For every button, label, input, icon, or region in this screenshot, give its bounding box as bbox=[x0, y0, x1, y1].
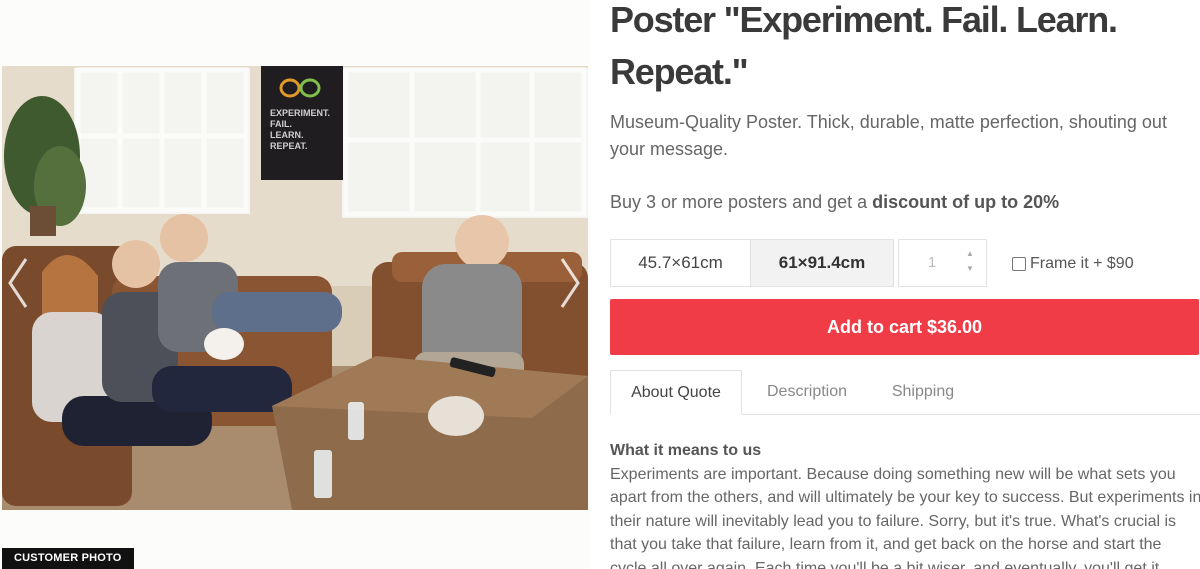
frame-label: Frame it + $90 bbox=[1030, 255, 1134, 272]
about-body: Experiments are important. Because doing… bbox=[610, 465, 1200, 569]
quantity-stepper[interactable]: 1 ▲ ▼ bbox=[898, 239, 987, 287]
poster-line-4: REPEAT. bbox=[270, 141, 307, 151]
chevron-left-icon bbox=[8, 258, 28, 308]
gallery-prev-button[interactable] bbox=[6, 255, 30, 311]
chevron-right-icon bbox=[560, 258, 580, 308]
tab-shipping[interactable]: Shipping bbox=[878, 370, 968, 415]
promo-discount: discount of up to 20% bbox=[872, 192, 1060, 212]
add-to-cart-button[interactable]: Add to cart $36.00 bbox=[610, 299, 1199, 355]
quantity-increment-icon[interactable]: ▲ bbox=[965, 249, 975, 261]
product-gallery: EXPERIMENT. FAIL. LEARN. REPEAT. CUSTOME… bbox=[0, 0, 590, 569]
promo-text: Buy 3 or more posters and get a bbox=[610, 192, 873, 212]
gallery-next-button[interactable] bbox=[558, 255, 582, 311]
product-description: Museum-Quality Poster. Thick, durable, m… bbox=[610, 112, 1167, 159]
poster-line-2: FAIL. bbox=[270, 119, 292, 129]
frame-checkbox[interactable] bbox=[1012, 257, 1026, 271]
customer-photo-image: EXPERIMENT. FAIL. LEARN. REPEAT. bbox=[2, 66, 588, 510]
size-option-small[interactable]: 45.7×61cm bbox=[610, 239, 751, 287]
about-heading: What it means to us bbox=[610, 442, 762, 459]
about-quote-panel: What it means to us Experiments are impo… bbox=[610, 439, 1200, 569]
size-option-large[interactable]: 61×91.4cm bbox=[750, 239, 894, 287]
tab-about-quote[interactable]: About Quote bbox=[610, 370, 742, 415]
customer-photo[interactable]: EXPERIMENT. FAIL. LEARN. REPEAT. bbox=[2, 66, 588, 510]
poster-line-1: EXPERIMENT. bbox=[270, 108, 330, 118]
quantity-input[interactable]: 1 bbox=[899, 240, 965, 286]
tab-description[interactable]: Description bbox=[752, 370, 862, 415]
product-title: Poster "Experiment. Fail. Learn. Repeat.… bbox=[610, 0, 1118, 92]
quantity-decrement-icon[interactable]: ▼ bbox=[965, 264, 975, 276]
frame-option[interactable]: Frame it + $90 bbox=[1012, 254, 1134, 274]
poster-line-3: LEARN. bbox=[270, 130, 304, 140]
bulk-discount-promo: Buy 3 or more posters and get a discount… bbox=[610, 190, 1195, 214]
customer-photo-badge: CUSTOMER PHOTO bbox=[2, 548, 134, 569]
